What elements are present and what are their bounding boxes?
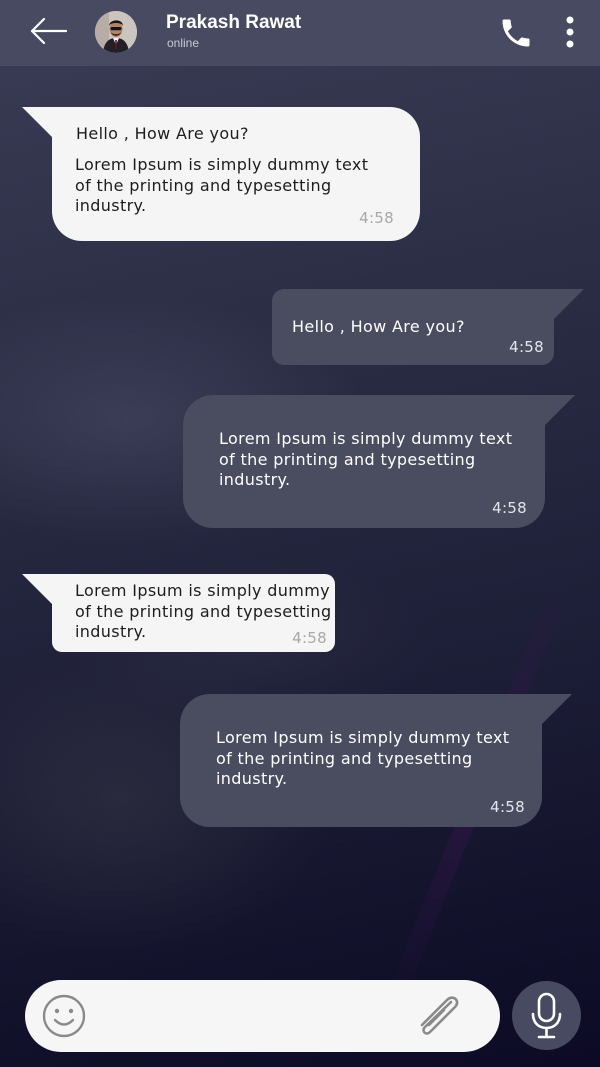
outgoing-message[interactable]: Lorem Ipsum is simply dummy text of the … <box>180 694 572 827</box>
message-text: Lorem Ipsum is simply dummy text of the … <box>75 155 369 215</box>
avatar[interactable] <box>95 11 137 53</box>
incoming-message[interactable]: Lorem Ipsum is simply dummy of the print… <box>22 574 335 652</box>
voice-record-button[interactable] <box>512 981 581 1050</box>
message-text: Lorem Ipsum is simply dummy text of the … <box>219 429 513 489</box>
bubble-tail <box>22 107 52 137</box>
message-text: Hello , How Are you? <box>292 317 465 336</box>
paperclip-icon <box>420 996 459 1035</box>
bubble-tail <box>545 395 575 425</box>
phone-icon <box>502 19 530 47</box>
arrow-left-icon <box>30 17 68 45</box>
smiley-icon <box>42 994 86 1038</box>
message-composer <box>25 980 500 1052</box>
message-time: 4:58 <box>359 209 394 227</box>
message-text: Lorem Ipsum is simply dummy text of the … <box>216 728 510 788</box>
message-time: 4:58 <box>490 798 525 816</box>
message-input[interactable] <box>105 998 409 1036</box>
contact-name: Prakash Rawat <box>166 12 302 33</box>
outgoing-message[interactable]: Lorem Ipsum is simply dummy text of the … <box>183 395 575 528</box>
bubble-tail <box>22 574 52 604</box>
contact-status: online <box>167 36 200 50</box>
more-options-button[interactable] <box>556 14 584 52</box>
emoji-button[interactable] <box>41 993 87 1039</box>
microphone-icon <box>531 992 562 1039</box>
chat-screen: Prakash Rawat online Hello , How Are you… <box>0 0 600 1067</box>
outgoing-message[interactable]: Hello , How Are you? 4:58 <box>272 289 584 365</box>
contact-photo <box>95 11 137 53</box>
back-button[interactable] <box>26 12 72 52</box>
message-time: 4:58 <box>509 338 544 356</box>
message-greeting: Hello , How Are you? <box>76 124 249 143</box>
bubble-tail <box>554 289 584 319</box>
incoming-message[interactable]: Hello , How Are you? Lorem Ipsum is simp… <box>22 107 420 241</box>
call-button[interactable] <box>498 15 534 51</box>
chat-header: Prakash Rawat online <box>0 0 600 66</box>
more-vertical-icon <box>566 16 574 48</box>
attach-button[interactable] <box>411 994 463 1040</box>
message-time: 4:58 <box>492 499 527 517</box>
bubble-tail <box>542 694 572 724</box>
message-time: 4:58 <box>292 629 327 647</box>
